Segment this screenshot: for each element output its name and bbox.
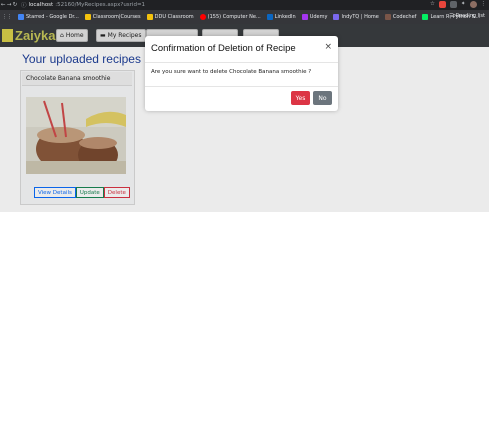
address-bar[interactable]: ⓘ localhost:52160/MyRecipes.aspx?usrid=1 (21, 1, 145, 9)
modal-message: Are you sure want to delete Chocolate Ba… (151, 69, 312, 75)
url-host: localhost (28, 2, 54, 8)
linkedin-icon (266, 14, 273, 20)
bookmark-icon (146, 14, 153, 20)
youtube-icon (199, 14, 206, 20)
extension-icon[interactable] (449, 1, 457, 8)
bookmark-icon (422, 14, 429, 20)
bookmark-icon (18, 14, 24, 20)
apps-icon[interactable]: ⋮⋮ (2, 14, 12, 20)
menu-icon[interactable]: ⋮ (481, 1, 487, 8)
url-path: :52160/MyRecipes.aspx?usrid=1 (55, 2, 146, 8)
modal-title: Confirmation of Deletion of Recipe (151, 43, 296, 54)
reading-list[interactable]: ☰ Reading list (449, 13, 485, 19)
reload-icon[interactable]: ↻ (12, 2, 18, 8)
bookmark-icon (333, 14, 340, 20)
bookmark-icon (84, 14, 91, 20)
bookmark-item[interactable]: IndyTQ | Home (333, 14, 379, 20)
codechef-icon (384, 14, 391, 20)
divider (145, 62, 338, 63)
browser-toolbar: ← → ↻ ⓘ localhost:52160/MyRecipes.aspx?u… (0, 0, 489, 10)
bookmark-item[interactable]: Udemy (301, 14, 327, 20)
puzzle-icon[interactable]: ✦ (461, 1, 466, 8)
bookmarks-bar: ⋮⋮ Starred - Google Dr... Classroom|Cour… (0, 10, 489, 24)
divider (145, 86, 338, 87)
bookmark-item[interactable]: Codechef (384, 14, 416, 20)
lock-icon: ⓘ (21, 3, 27, 9)
extension-icon[interactable] (438, 1, 446, 8)
bookmark-item[interactable]: Classroom|Courses (84, 14, 141, 20)
bookmark-item[interactable]: LinkedIn (266, 14, 296, 20)
bookmark-item[interactable]: (155) Computer Ne... (199, 14, 261, 20)
udemy-icon (301, 14, 308, 20)
avatar[interactable] (469, 1, 477, 8)
yes-button[interactable]: Yes (291, 91, 310, 105)
delete-confirmation-modal: Confirmation of Deletion of Recipe × Are… (145, 36, 338, 111)
star-icon[interactable]: ☆ (430, 1, 435, 8)
bookmark-item[interactable]: DDU Classroom (146, 14, 194, 20)
bookmark-item[interactable]: Starred - Google Dr... (18, 14, 79, 20)
reading-list-icon: ☰ (449, 13, 454, 19)
close-icon[interactable]: × (324, 43, 332, 52)
no-button[interactable]: No (313, 91, 332, 105)
